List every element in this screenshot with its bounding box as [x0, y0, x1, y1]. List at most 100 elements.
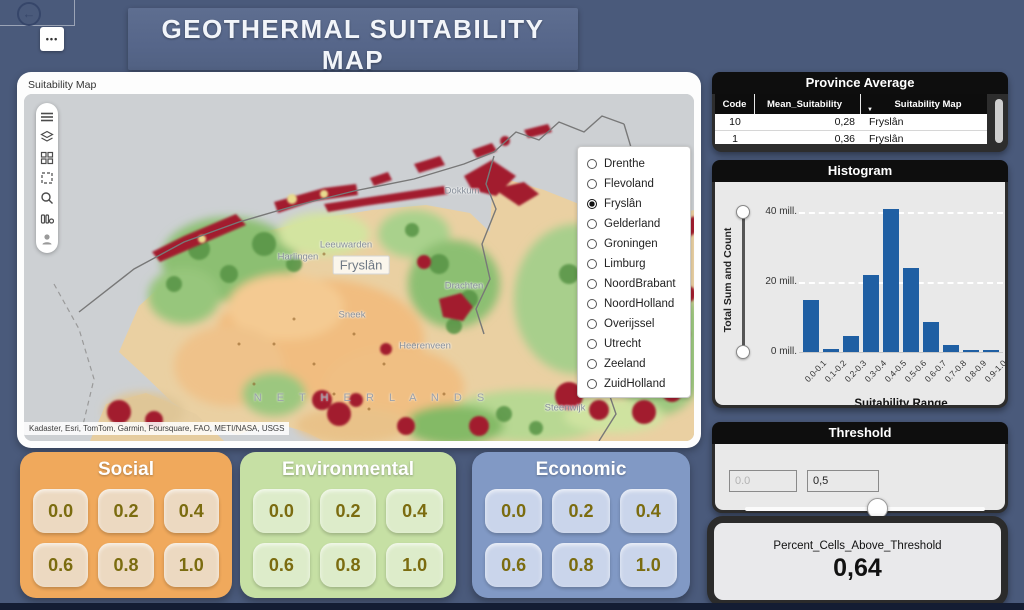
province-option[interactable]: Zeeland: [587, 354, 690, 374]
histogram-bar[interactable]: [803, 300, 819, 353]
province-option-label: NoordBrabant: [604, 278, 676, 290]
threshold-min-input[interactable]: [729, 470, 797, 492]
province-option[interactable]: Flevoland: [587, 174, 690, 194]
table-header-row[interactable]: CodeMean_SuitabilitySuitability Map▼: [715, 94, 987, 114]
province-option-label: Groningen: [604, 238, 658, 250]
weight-value-button[interactable]: 0.2: [552, 489, 609, 533]
weight-value-button[interactable]: 0.4: [386, 489, 443, 533]
histogram-panel: Histogram Total Sum and Count Suitabilit…: [712, 160, 1008, 408]
province-option[interactable]: ZuidHolland: [587, 374, 690, 394]
province-option[interactable]: NoordHolland: [587, 294, 690, 314]
weight-value-button[interactable]: 0.0: [485, 489, 542, 533]
province-average-title: Province Average: [712, 72, 1008, 94]
province-option-label: Fryslân: [604, 198, 642, 210]
kpi-label: Percent_Cells_Above_Threshold: [773, 540, 941, 552]
radio-icon[interactable]: [587, 279, 597, 289]
province-option[interactable]: Drenthe: [587, 154, 690, 174]
histogram-bar[interactable]: [843, 336, 859, 352]
weight-value-button[interactable]: 0.2: [320, 489, 377, 533]
weight-value-button[interactable]: 0.8: [320, 543, 377, 587]
table-cell: 0,28: [755, 114, 861, 130]
province-option[interactable]: Utrecht: [587, 334, 690, 354]
province-option[interactable]: Gelderland: [587, 214, 690, 234]
radio-icon[interactable]: [587, 219, 597, 229]
radio-icon[interactable]: [587, 379, 597, 389]
histogram-y-axis-label: Total Sum and Count: [722, 215, 734, 345]
kpi-value: 0,64: [833, 554, 882, 583]
province-option[interactable]: Overijssel: [587, 314, 690, 334]
histogram-bar[interactable]: [903, 268, 919, 352]
bottom-edge-strip: [0, 603, 1024, 610]
menu-icon[interactable]: [40, 110, 54, 124]
weight-value-button[interactable]: 0.6: [33, 543, 88, 587]
weight-value-button[interactable]: 0.0: [33, 489, 88, 533]
histogram-bar[interactable]: [883, 209, 899, 353]
weight-value-button[interactable]: 0.6: [485, 543, 542, 587]
search-icon[interactable]: [40, 191, 54, 205]
weight-value-button[interactable]: 0.8: [552, 543, 609, 587]
threshold-value-input[interactable]: [807, 470, 879, 492]
weight-value-button[interactable]: 1.0: [164, 543, 219, 587]
threshold-slider-track[interactable]: [745, 507, 985, 511]
y-tick-label: 20 mill.: [745, 276, 797, 287]
weight-panel-title: Economic: [472, 459, 690, 481]
weight-value-button[interactable]: 0.0: [253, 489, 310, 533]
histogram-bar[interactable]: [863, 275, 879, 352]
histogram-bar[interactable]: [983, 350, 999, 352]
user-icon[interactable]: [40, 232, 54, 246]
weight-value-button[interactable]: 0.2: [98, 489, 153, 533]
province-option-label: Limburg: [604, 258, 646, 270]
column-header[interactable]: Mean_Suitability: [755, 94, 861, 114]
weight-panel-social: Social0.00.20.40.60.81.0: [20, 452, 232, 598]
back-button[interactable]: ←: [17, 2, 41, 26]
province-option[interactable]: Limburg: [587, 254, 690, 274]
histogram-bar[interactable]: [963, 350, 979, 352]
measure-icon[interactable]: [40, 212, 54, 226]
histogram-bar[interactable]: [943, 345, 959, 352]
dashboard-title-box: GEOTHERMAL SUITABILITY MAP NETHERLANDS: [128, 8, 578, 70]
radio-icon[interactable]: [587, 179, 597, 189]
radio-icon[interactable]: [587, 259, 597, 269]
radio-icon[interactable]: [587, 299, 597, 309]
radio-icon[interactable]: [587, 339, 597, 349]
province-option-label: Overijssel: [604, 318, 654, 330]
extent-icon[interactable]: [40, 171, 54, 185]
province-option-label: NoordHolland: [604, 298, 674, 310]
x-axis-line: [799, 352, 1003, 353]
province-option[interactable]: NoordBrabant: [587, 274, 690, 294]
weight-value-button[interactable]: 0.6: [253, 543, 310, 587]
weight-value-button[interactable]: 0.4: [620, 489, 677, 533]
province-name-label: Fryslân: [333, 256, 390, 275]
radio-icon[interactable]: [587, 359, 597, 369]
weight-button-grid: 0.00.20.4 0.60.81.0: [253, 489, 443, 587]
province-option[interactable]: Groningen: [587, 234, 690, 254]
weight-panel-title: Environmental: [240, 459, 456, 481]
province-option-label: Gelderland: [604, 218, 660, 230]
table-scrollbar[interactable]: [995, 99, 1003, 143]
histogram-bar[interactable]: [923, 322, 939, 352]
layers-icon[interactable]: [40, 130, 54, 144]
column-header[interactable]: Code: [715, 94, 755, 114]
basemap-icon[interactable]: [40, 151, 54, 165]
province-option-label: Zeeland: [604, 358, 646, 370]
weight-value-button[interactable]: 1.0: [620, 543, 677, 587]
radio-icon[interactable]: [587, 159, 597, 169]
province-option[interactable]: Fryslân: [587, 194, 690, 214]
province-option-label: ZuidHolland: [604, 378, 665, 390]
weight-value-button[interactable]: 1.0: [386, 543, 443, 587]
weight-value-button[interactable]: 0.4: [164, 489, 219, 533]
radio-icon[interactable]: [587, 319, 597, 329]
page-title: GEOTHERMAL SUITABILITY MAP: [128, 14, 578, 76]
more-options-button[interactable]: •••: [40, 27, 64, 51]
radio-icon[interactable]: [587, 199, 597, 209]
column-header[interactable]: Suitability Map: [861, 94, 987, 114]
table-cell: 10: [715, 114, 755, 130]
histogram-bar[interactable]: [823, 349, 839, 353]
y-tick-label: 40 mill.: [745, 206, 797, 217]
suitability-map-panel: Suitability Map: [17, 72, 701, 448]
y-tick-label: 0 mill.: [745, 346, 797, 357]
histogram-chart: Total Sum and Count Suitability Range 40…: [715, 182, 1005, 405]
weight-value-button[interactable]: 0.8: [98, 543, 153, 587]
table-cell: 0,36: [755, 131, 861, 144]
radio-icon[interactable]: [587, 239, 597, 249]
